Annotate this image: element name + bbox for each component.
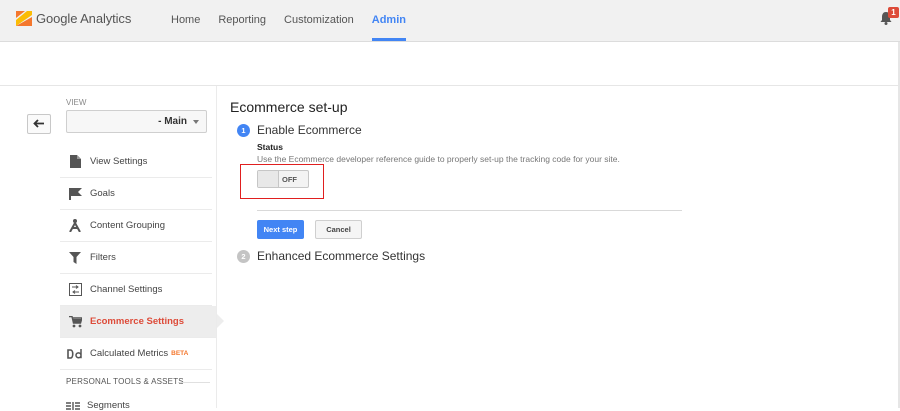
next-step-button[interactable]: Next step — [257, 220, 304, 239]
beta-badge: BETA — [171, 350, 189, 357]
sidebar-item-label: Filters — [90, 252, 116, 263]
segments-icon — [66, 401, 80, 410]
step-number: 1 — [237, 123, 250, 137]
document-icon — [67, 154, 83, 170]
arrow-left-icon — [33, 115, 45, 133]
page-title: Ecommerce set-up — [230, 99, 348, 115]
sidebar-item-filters[interactable]: Filters — [60, 242, 212, 274]
section-heading: PERSONAL TOOLS & ASSETS — [66, 377, 184, 386]
cancel-button[interactable]: Cancel — [315, 220, 362, 239]
cart-icon — [67, 314, 83, 330]
sidebar-item-label: Goals — [90, 188, 115, 199]
chevron-down-icon — [193, 120, 199, 124]
view-select[interactable]: - Main — [66, 110, 207, 133]
step-number: 2 — [237, 249, 250, 263]
view-label: VIEW — [66, 98, 87, 107]
nav-reporting[interactable]: Reporting — [209, 0, 275, 41]
sidebar-item-label: View Settings — [90, 156, 148, 167]
column-divider — [216, 86, 217, 408]
sidebar-item-label: Ecommerce Settings — [90, 316, 184, 327]
nav-home[interactable]: Home — [162, 0, 209, 41]
divider — [257, 210, 682, 211]
nav-customization[interactable]: Customization — [275, 0, 363, 41]
analytics-logo-icon — [16, 11, 32, 26]
status-label: Status — [257, 142, 283, 152]
sidebar-item-content-grouping[interactable]: Content Grouping — [60, 210, 212, 242]
top-bar: Google Analytics Home Reporting Customiz… — [0, 0, 900, 42]
sidebar-item-channel-settings[interactable]: Channel Settings — [60, 274, 212, 306]
status-description: Use the Ecommerce developer reference gu… — [257, 154, 620, 164]
back-button[interactable] — [27, 114, 51, 134]
sub-bar — [0, 42, 900, 86]
filter-icon — [67, 250, 83, 266]
step-label: Enable Ecommerce — [257, 123, 362, 137]
nav-admin[interactable]: Admin — [363, 0, 415, 41]
sidebar-item-ecommerce-settings[interactable]: Ecommerce Settings — [60, 306, 224, 338]
channel-icon — [67, 282, 83, 298]
sidebar-item-label: Segments — [87, 400, 130, 411]
sidebar-item-segments[interactable]: Segments — [66, 400, 130, 411]
flag-icon — [67, 186, 83, 202]
view-select-value: - Main — [158, 116, 187, 127]
main-nav: Home Reporting Customization Admin — [162, 0, 415, 41]
step-label: Enhanced Ecommerce Settings — [257, 249, 426, 263]
highlight-box — [240, 164, 324, 199]
notification-badge: 1 — [888, 7, 899, 18]
sidebar-item-label: Calculated Metrics — [90, 348, 169, 359]
section-divider — [180, 382, 210, 383]
sidebar-item-label: Channel Settings — [90, 284, 163, 295]
app-name: Google Analytics — [36, 11, 132, 26]
sidebar-item-view-settings[interactable]: View Settings — [60, 146, 212, 178]
sidebar-item-label: Content Grouping — [90, 220, 165, 231]
grouping-icon — [67, 218, 83, 234]
sidebar-item-calculated-metrics[interactable]: Calculated Metrics BETA — [60, 338, 212, 370]
step-enable-ecommerce: 1 Enable Ecommerce — [237, 123, 362, 137]
step-enhanced-ecommerce: 2 Enhanced Ecommerce Settings — [237, 249, 425, 263]
sidebar-item-goals[interactable]: Goals — [60, 178, 212, 210]
calculated-metrics-icon — [67, 346, 83, 362]
logo[interactable]: Google Analytics — [16, 11, 131, 26]
notifications-button[interactable]: 1 — [880, 7, 899, 30]
sidebar-menu: View Settings Goals Content Grouping Fil… — [60, 146, 224, 370]
